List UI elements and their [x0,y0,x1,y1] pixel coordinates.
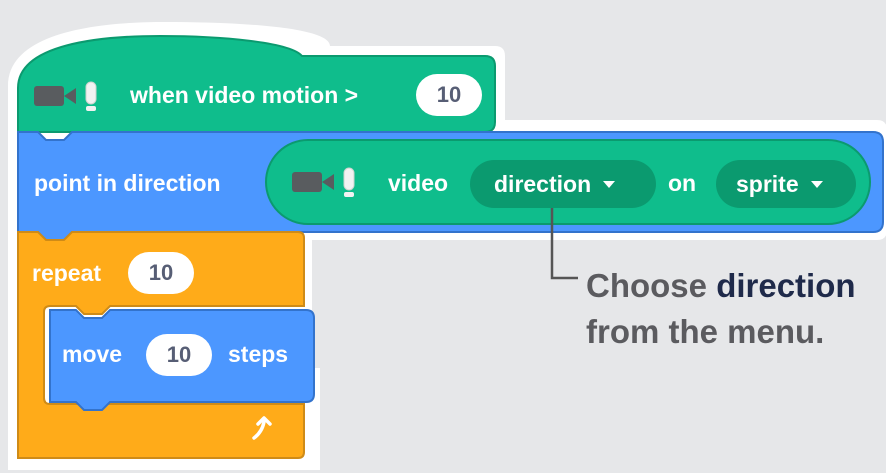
chevron-down-icon [603,180,616,188]
point-in-direction-label: point in direction [34,170,221,196]
move-label: move [62,341,123,367]
motion-threshold-input[interactable]: 10 [416,74,482,116]
video-camera-icon [34,81,97,111]
move-steps-input[interactable]: 10 [146,334,212,376]
chevron-down-icon [810,180,823,188]
repeat-count-input[interactable]: 10 [128,252,194,294]
on-label: on [668,170,697,196]
repeat-label: repeat [32,260,102,286]
video-camera-icon [292,167,355,197]
attribute-dropdown[interactable]: direction [470,160,656,208]
callout-line-1: Choose direction [586,267,856,304]
target-dropdown-value: sprite [736,170,799,197]
script-blocks [8,22,886,470]
callout-line-2: from the menu. [586,313,825,350]
attribute-dropdown-value: direction [494,170,592,197]
hat-block-label: when video motion > [130,82,359,108]
code-area: when video motion > 10 point in directio… [0,0,886,473]
video-label: video [388,170,449,196]
steps-label: steps [228,341,289,367]
callout-emphasis: direction [716,267,856,304]
target-dropdown[interactable]: sprite [716,160,856,208]
callout-text: Choose direction from the menu. [586,263,856,355]
